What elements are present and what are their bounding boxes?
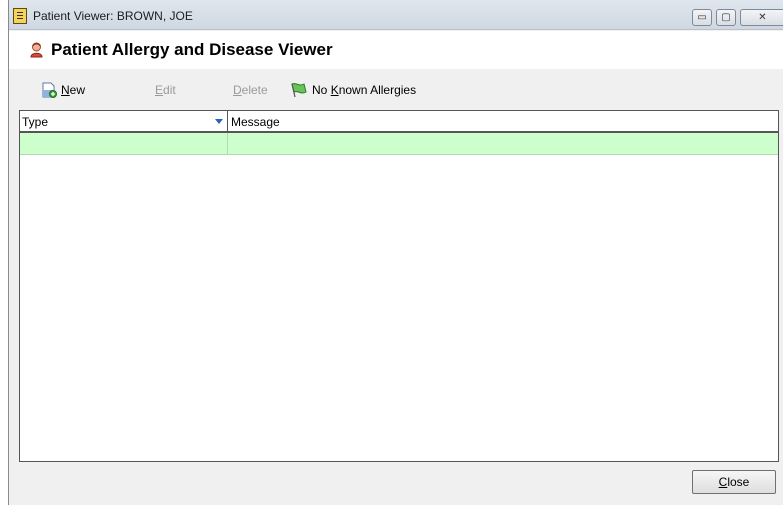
grid-header: Type Message: [20, 111, 778, 133]
new-label: New: [61, 83, 86, 97]
dropdown-arrow-icon[interactable]: [215, 119, 223, 124]
close-window-button[interactable]: ✕: [740, 9, 783, 26]
maximize-button[interactable]: ▢: [716, 9, 736, 26]
maximize-icon: ▢: [721, 12, 731, 23]
column-header-type-label: Type: [22, 115, 49, 129]
column-header-message[interactable]: Message: [229, 111, 777, 131]
window-title: Patient Viewer: BROWN, JOE: [33, 9, 193, 23]
delete-label: Delete: [233, 83, 268, 97]
app-icon: [13, 8, 27, 24]
close-button[interactable]: Close: [692, 470, 776, 494]
table-row[interactable]: [20, 133, 778, 155]
new-button[interactable]: New: [41, 80, 85, 100]
new-document-icon: [42, 82, 57, 98]
page-header: Patient Allergy and Disease Viewer: [9, 31, 783, 69]
close-label: Close: [718, 475, 750, 489]
cell-type[interactable]: [20, 133, 228, 154]
flag-icon: [291, 83, 307, 98]
page-title: Patient Allergy and Disease Viewer: [51, 40, 333, 59]
column-header-message-label: Message: [231, 115, 280, 129]
edit-label: Edit: [155, 83, 176, 97]
no-known-allergies-button[interactable]: No Known Allergies: [290, 80, 416, 100]
patient-viewer-window: Patient Viewer: BROWN, JOE ▭ ▢ ✕ Patient…: [8, 0, 783, 505]
title-bar: Patient Viewer: BROWN, JOE ▭ ▢ ✕: [9, 0, 783, 30]
minimize-icon: ▭: [697, 12, 707, 23]
delete-button[interactable]: Delete: [233, 80, 268, 100]
toolbar: New Edit Delete No Known Allergies: [9, 70, 783, 108]
edit-button[interactable]: Edit: [155, 80, 176, 100]
cell-message[interactable]: [229, 133, 777, 154]
close-icon: ✕: [758, 12, 767, 23]
patient-icon: [30, 42, 43, 58]
allergy-grid[interactable]: Type Message: [19, 110, 779, 462]
column-header-type[interactable]: Type: [20, 111, 228, 131]
footer: Close: [9, 462, 783, 505]
no-known-allergies-label: No Known Allergies: [312, 83, 417, 97]
minimize-button[interactable]: ▭: [692, 9, 712, 26]
